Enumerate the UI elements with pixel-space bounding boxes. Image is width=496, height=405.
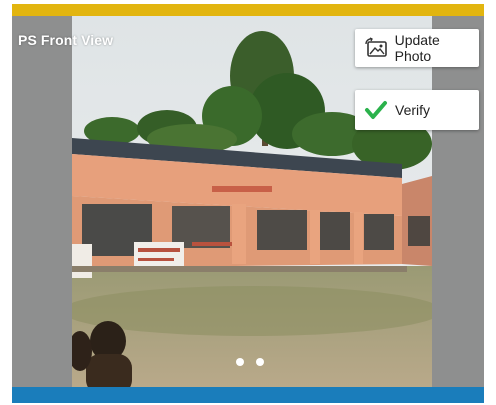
pager-dot-1[interactable] <box>236 358 244 366</box>
verify-button[interactable]: Verify <box>355 90 479 130</box>
header-accent-bar <box>12 4 484 16</box>
footer-bar <box>12 387 484 403</box>
photo-update-icon <box>363 35 389 61</box>
update-photo-label: Update Photo <box>394 32 440 64</box>
verify-label: Verify <box>395 102 431 118</box>
photo-card: PS Front View Update Photo Verify <box>12 16 484 387</box>
pager-dots <box>236 358 264 366</box>
photo-label: PS Front View <box>18 32 114 48</box>
update-photo-button[interactable]: Update Photo <box>355 29 479 67</box>
station-photo[interactable] <box>72 16 432 387</box>
check-icon <box>363 97 389 123</box>
pager-dot-2[interactable] <box>256 358 264 366</box>
